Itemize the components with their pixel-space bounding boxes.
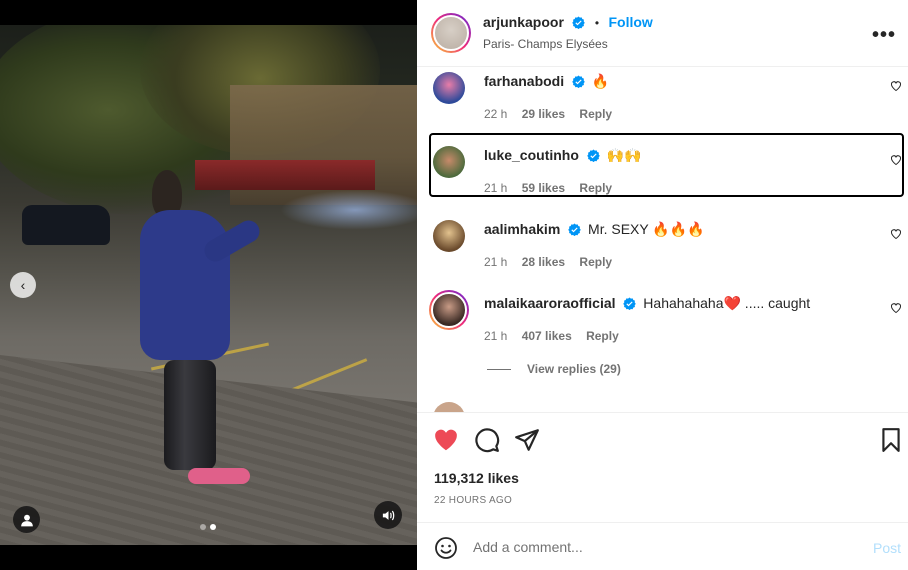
post-location[interactable]: Paris- Champs Elysées [483,37,608,51]
parked-car [22,205,110,245]
previous-slide-button[interactable]: ‹ [10,272,36,298]
comments-list[interactable]: farhanabodi 🔥 22 h 29 likes Reply luke_c… [417,68,908,412]
comment-text: 🙌🙌 [606,147,642,163]
commenter-avatar[interactable] [433,72,465,104]
audio-toggle-button[interactable] [374,501,402,529]
comment-text: 🔥 [591,73,610,89]
likes-count[interactable]: 119,312 likes [434,470,519,486]
author-username[interactable]: arjunkapoor [483,14,564,30]
carousel-indicator [200,524,216,530]
comment-time: 21 h [484,255,508,269]
post-photo[interactable] [0,25,417,545]
carousel-dot [200,524,206,530]
carousel-dot-active [210,524,216,530]
comment-time: 22 h [484,107,508,121]
comment-time: 21 h [484,181,508,195]
comment-input[interactable] [473,535,853,559]
comment-username[interactable]: luke_coutinho [484,147,579,163]
comment-username[interactable]: aalimhakim [484,221,560,237]
comment-item: luke_coutinho 🙌🙌 21 h 59 likes Reply [417,142,908,212]
comment-likes[interactable]: 28 likes [522,255,565,269]
comment-username[interactable]: malaikaaroraofficial [484,295,616,311]
save-bookmark-icon[interactable] [878,427,904,453]
view-replies-label: View replies (29) [527,362,621,376]
comment-likes[interactable]: 29 likes [522,107,565,121]
like-comment-icon[interactable] [890,228,902,240]
comment-composer: Post [417,522,908,570]
comment-likes[interactable]: 59 likes [522,181,565,195]
commenter-avatar-partial[interactable] [433,402,465,412]
verified-badge-icon [572,16,586,29]
share-icon[interactable] [514,427,540,453]
comment-item: farhanabodi 🔥 22 h 29 likes Reply [417,68,908,138]
person-figure [140,170,264,510]
comment-item: malaikaaroraofficial Hahahahaha❤️ ..... … [417,290,908,360]
comment-likes[interactable]: 407 likes [522,329,572,343]
reply-button[interactable]: Reply [586,329,619,343]
post-comment-button[interactable]: Post [873,540,901,556]
tagged-users-button[interactable] [13,506,40,533]
verified-badge-icon [568,223,581,236]
comment-text: Mr. SEXY 🔥🔥🔥 [588,221,705,237]
comment-text: Hahahahaha❤️ ..... caught [643,295,811,311]
reply-button[interactable]: Reply [579,181,612,195]
commenter-avatar[interactable] [433,146,465,178]
post-details-panel: arjunkapoor • Follow Paris- Champs Elysé… [417,0,908,570]
post-timestamp: 22 HOURS AGO [434,495,513,506]
comment-username[interactable]: farhanabodi [484,73,564,89]
emoji-icon[interactable] [434,536,458,560]
reply-button[interactable]: Reply [579,107,612,121]
author-avatar[interactable] [431,13,471,53]
replies-divider [487,369,511,370]
like-comment-icon[interactable] [890,154,902,166]
verified-badge-icon [587,149,600,162]
like-heart-icon[interactable] [433,427,459,453]
more-options-icon[interactable]: ••• [872,24,896,47]
post-media: ‹ [0,0,417,570]
chevron-left-icon: ‹ [20,277,26,293]
comment-time: 21 h [484,329,508,343]
comment-icon[interactable] [474,427,500,453]
reply-button[interactable]: Reply [579,255,612,269]
verified-badge-icon [572,75,585,88]
post-header: arjunkapoor • Follow Paris- Champs Elysé… [417,0,908,67]
verified-badge-icon [623,297,637,310]
comment-item: aalimhakim Mr. SEXY 🔥🔥🔥 21 h 28 likes Re… [417,216,908,286]
speaker-icon [382,510,394,520]
like-comment-icon[interactable] [890,80,902,92]
like-comment-icon[interactable] [890,302,902,314]
view-replies-button[interactable]: View replies (29) [487,362,621,376]
user-icon [20,514,33,526]
separator-dot: • [594,16,600,30]
commenter-avatar[interactable] [429,290,469,330]
commenter-avatar[interactable] [433,220,465,252]
street-light-glow [280,190,417,230]
post-actions: 119,312 likes 22 HOURS AGO [417,412,908,522]
follow-button[interactable]: Follow [608,14,652,30]
